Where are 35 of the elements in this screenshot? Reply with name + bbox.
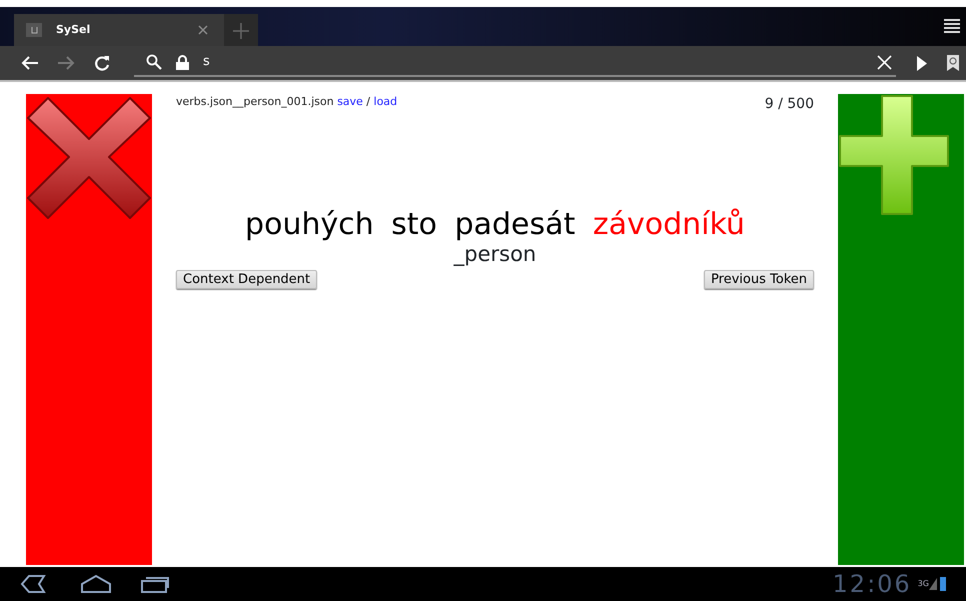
recent-apps-icon[interactable] <box>140 574 170 594</box>
action-button[interactable]: Context Dependent <box>176 270 318 290</box>
plus-icon <box>838 94 950 218</box>
clear-icon[interactable] <box>877 54 892 70</box>
forward-arrow-icon[interactable] <box>57 55 75 71</box>
back-arrow-icon[interactable] <box>21 55 39 71</box>
new-tab-button[interactable] <box>224 14 258 46</box>
back-icon[interactable] <box>20 574 46 594</box>
favicon-icon <box>26 23 42 37</box>
tab-title: SySel <box>56 22 90 38</box>
search-icon <box>146 54 162 70</box>
file-link[interactable]: save <box>337 95 363 108</box>
notification-icon <box>940 577 946 591</box>
bookmark-icon[interactable] <box>947 55 959 71</box>
action-button[interactable]: Previous Token <box>704 270 814 290</box>
menu-icon[interactable] <box>944 19 960 33</box>
play-icon[interactable] <box>917 56 927 70</box>
plus-icon <box>233 22 249 39</box>
reload-icon[interactable] <box>94 55 110 71</box>
clock: 12:06 <box>832 569 912 600</box>
browser-tab[interactable]: SySel <box>14 14 226 46</box>
network-label: 3G <box>918 578 929 590</box>
signal-icon <box>929 578 937 590</box>
accept-panel[interactable] <box>838 94 964 565</box>
tag-label: _person <box>452 243 538 266</box>
file-info: verbs.json__person_001.json save / load <box>176 94 398 110</box>
cross-icon <box>26 94 152 220</box>
token-counter: 9 / 500 <box>764 95 814 114</box>
close-icon[interactable] <box>198 25 208 35</box>
lock-icon <box>176 54 189 70</box>
home-icon[interactable] <box>80 574 112 594</box>
sentence-text: pouhých sto padesát závodníků <box>244 207 746 243</box>
address-text: s <box>203 53 210 72</box>
file-link[interactable]: load <box>374 95 398 108</box>
address-field[interactable]: s <box>134 49 896 77</box>
